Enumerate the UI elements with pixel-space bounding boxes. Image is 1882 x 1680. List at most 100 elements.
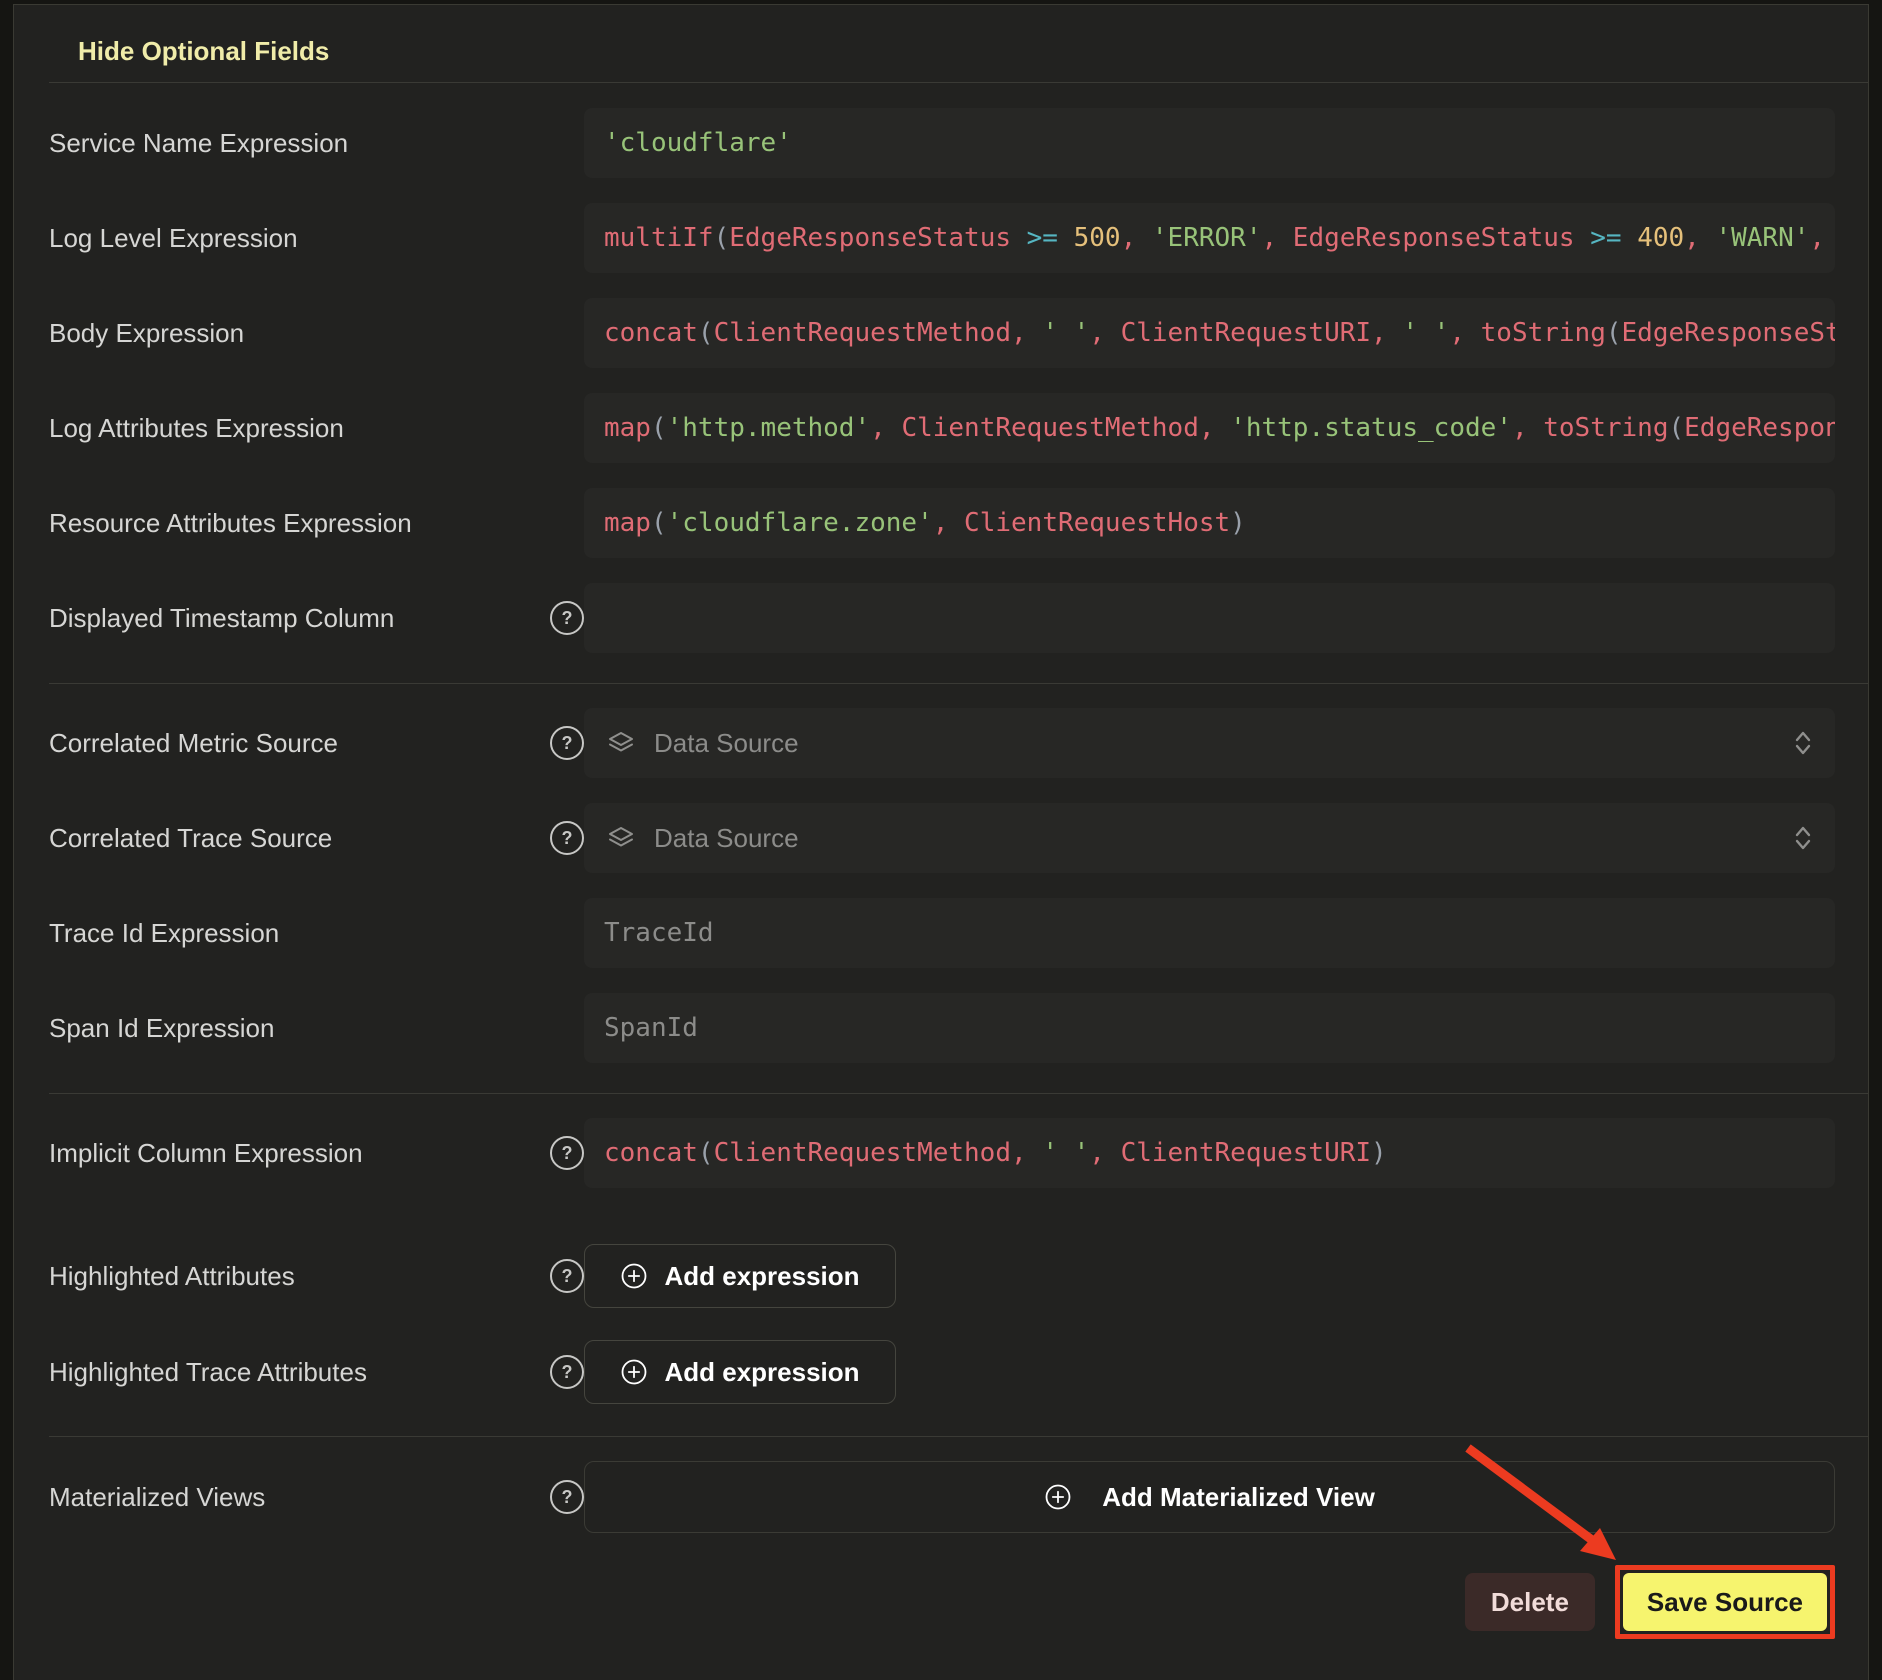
section-divider	[49, 82, 1868, 83]
field-input-span_id[interactable]: SpanId	[584, 993, 1835, 1063]
field-input-implicit_column[interactable]: concat(ClientRequestMethod, ' ', ClientR…	[584, 1118, 1835, 1188]
fields-list: Service Name Expression 'cloudflare' Log L…	[49, 108, 1835, 1533]
field-label-col: Highlighted Trace Attributes?	[49, 1355, 584, 1389]
field-label-body: Body Expression	[49, 317, 244, 349]
plus-circle-icon	[1044, 1483, 1072, 1511]
field-row-log_level: Log Level Expression multiIf(EdgeResponse…	[49, 203, 1835, 273]
field-control	[584, 583, 1835, 653]
layers-icon	[606, 823, 636, 853]
field-label-correlated_trace: Correlated Trace Source	[49, 822, 332, 854]
field-label-highlighted_trace_attributes: Highlighted Trace Attributes	[49, 1356, 367, 1388]
hide-optional-fields-toggle[interactable]: Hide Optional Fields	[78, 35, 329, 67]
section-divider	[49, 1093, 1868, 1094]
help-icon[interactable]: ?	[550, 1136, 584, 1170]
field-input-log_attributes[interactable]: map('http.method', ClientRequestMethod, …	[584, 393, 1835, 463]
field-label-trace_id: Trace Id Expression	[49, 917, 279, 949]
field-control: Add Materialized View	[584, 1461, 1835, 1533]
field-label-col: Highlighted Attributes?	[49, 1259, 584, 1293]
field-control: Data Source	[584, 803, 1835, 873]
field-input-log_level[interactable]: multiIf(EdgeResponseStatus >= 500, 'ERRO…	[584, 203, 1835, 273]
field-label-log_attributes: Log Attributes Expression	[49, 412, 344, 444]
field-label-col: Body Expression	[49, 317, 584, 349]
field-row-displayed_timestamp: Displayed Timestamp Column?	[49, 583, 1835, 653]
button-label: Add Materialized View	[1102, 1482, 1375, 1513]
delete-button[interactable]: Delete	[1465, 1573, 1595, 1631]
chevron-up-down-icon	[1791, 728, 1815, 758]
field-select-correlated_metric[interactable]: Data Source	[584, 708, 1835, 778]
field-control: Data Source	[584, 708, 1835, 778]
add-expression-button[interactable]: Add expression	[584, 1340, 896, 1404]
source-settings-panel: Hide Optional Fields Service Name Expres…	[13, 4, 1869, 1680]
field-row-resource_attributes: Resource Attributes Expression map('cloud…	[49, 488, 1835, 558]
button-label: Add expression	[664, 1357, 859, 1388]
help-icon[interactable]: ?	[550, 1259, 584, 1293]
field-row-log_attributes: Log Attributes Expression map('http.metho…	[49, 393, 1835, 463]
field-control: SpanId	[584, 993, 1835, 1063]
field-input-trace_id[interactable]: TraceId	[584, 898, 1835, 968]
field-input-displayed_timestamp[interactable]	[584, 583, 1835, 653]
field-label-correlated_metric: Correlated Metric Source	[49, 727, 338, 759]
field-label-displayed_timestamp: Displayed Timestamp Column	[49, 602, 394, 634]
input-placeholder: SpanId	[604, 1013, 698, 1043]
add-expression-button[interactable]: Add expression	[584, 1244, 896, 1308]
field-label-highlighted_attributes: Highlighted Attributes	[49, 1260, 295, 1292]
field-row-correlated_trace: Correlated Trace Source? Data Source	[49, 803, 1835, 873]
field-control: 'cloudflare'	[584, 108, 1835, 178]
field-input-body[interactable]: concat(ClientRequestMethod, ' ', ClientR…	[584, 298, 1835, 368]
section-divider	[49, 1436, 1868, 1437]
add-materialized-view-button[interactable]: Add Materialized View	[584, 1461, 1835, 1533]
help-icon[interactable]: ?	[550, 1355, 584, 1389]
plus-circle-icon	[620, 1358, 648, 1386]
save-source-highlight: Save Source	[1615, 1565, 1835, 1639]
select-placeholder: Data Source	[654, 728, 1773, 759]
field-label-log_level: Log Level Expression	[49, 222, 298, 254]
field-control: concat(ClientRequestMethod, ' ', ClientR…	[584, 298, 1835, 368]
field-control: map('http.method', ClientRequestMethod, …	[584, 393, 1835, 463]
plus-circle-icon	[620, 1262, 648, 1290]
section-divider	[49, 683, 1868, 684]
field-row-highlighted_trace_attributes: Highlighted Trace Attributes? Add express…	[49, 1340, 1835, 1404]
field-row-implicit_column: Implicit Column Expression?concat(Client…	[49, 1118, 1835, 1188]
field-input-service_name[interactable]: 'cloudflare'	[584, 108, 1835, 178]
field-control: map('cloudflare.zone', ClientRequestHost…	[584, 488, 1835, 558]
save-source-button[interactable]: Save Source	[1623, 1573, 1827, 1631]
field-label-col: Log Level Expression	[49, 222, 584, 254]
footer-actions: Delete Save Source	[49, 1565, 1835, 1639]
field-row-span_id: Span Id Expression SpanId	[49, 993, 1835, 1063]
button-label: Add expression	[664, 1261, 859, 1292]
field-row-trace_id: Trace Id Expression TraceId	[49, 898, 1835, 968]
field-label-col: Resource Attributes Expression	[49, 507, 584, 539]
field-control: Add expression	[584, 1244, 1835, 1308]
field-row-materialized_views: Materialized Views? Add Materialized View	[49, 1461, 1835, 1533]
field-label-col: Implicit Column Expression?	[49, 1136, 584, 1170]
field-label-materialized_views: Materialized Views	[49, 1481, 265, 1513]
help-icon[interactable]: ?	[550, 1480, 584, 1514]
field-label-col: Trace Id Expression	[49, 917, 584, 949]
help-icon[interactable]: ?	[550, 601, 584, 635]
field-label-resource_attributes: Resource Attributes Expression	[49, 507, 412, 539]
help-icon[interactable]: ?	[550, 821, 584, 855]
field-control: Add expression	[584, 1340, 1835, 1404]
field-label-col: Materialized Views?	[49, 1480, 584, 1514]
field-label-col: Log Attributes Expression	[49, 412, 584, 444]
field-label-col: Correlated Trace Source?	[49, 821, 584, 855]
field-row-body: Body Expression concat(ClientRequestMetho…	[49, 298, 1835, 368]
field-label-col: Displayed Timestamp Column?	[49, 601, 584, 635]
field-select-correlated_trace[interactable]: Data Source	[584, 803, 1835, 873]
help-icon[interactable]: ?	[550, 726, 584, 760]
input-placeholder: TraceId	[604, 918, 714, 948]
layers-icon	[606, 728, 636, 758]
field-label-span_id: Span Id Expression	[49, 1012, 274, 1044]
chevron-up-down-icon	[1791, 823, 1815, 853]
field-label-implicit_column: Implicit Column Expression	[49, 1137, 363, 1169]
field-input-resource_attributes[interactable]: map('cloudflare.zone', ClientRequestHost…	[584, 488, 1835, 558]
field-row-service_name: Service Name Expression 'cloudflare'	[49, 108, 1835, 178]
field-row-highlighted_attributes: Highlighted Attributes? Add expression	[49, 1244, 1835, 1308]
field-control: TraceId	[584, 898, 1835, 968]
field-row-correlated_metric: Correlated Metric Source? Data Source	[49, 708, 1835, 778]
field-label-service_name: Service Name Expression	[49, 127, 348, 159]
field-label-col: Span Id Expression	[49, 1012, 584, 1044]
field-label-col: Correlated Metric Source?	[49, 726, 584, 760]
select-placeholder: Data Source	[654, 823, 1773, 854]
field-label-col: Service Name Expression	[49, 127, 584, 159]
